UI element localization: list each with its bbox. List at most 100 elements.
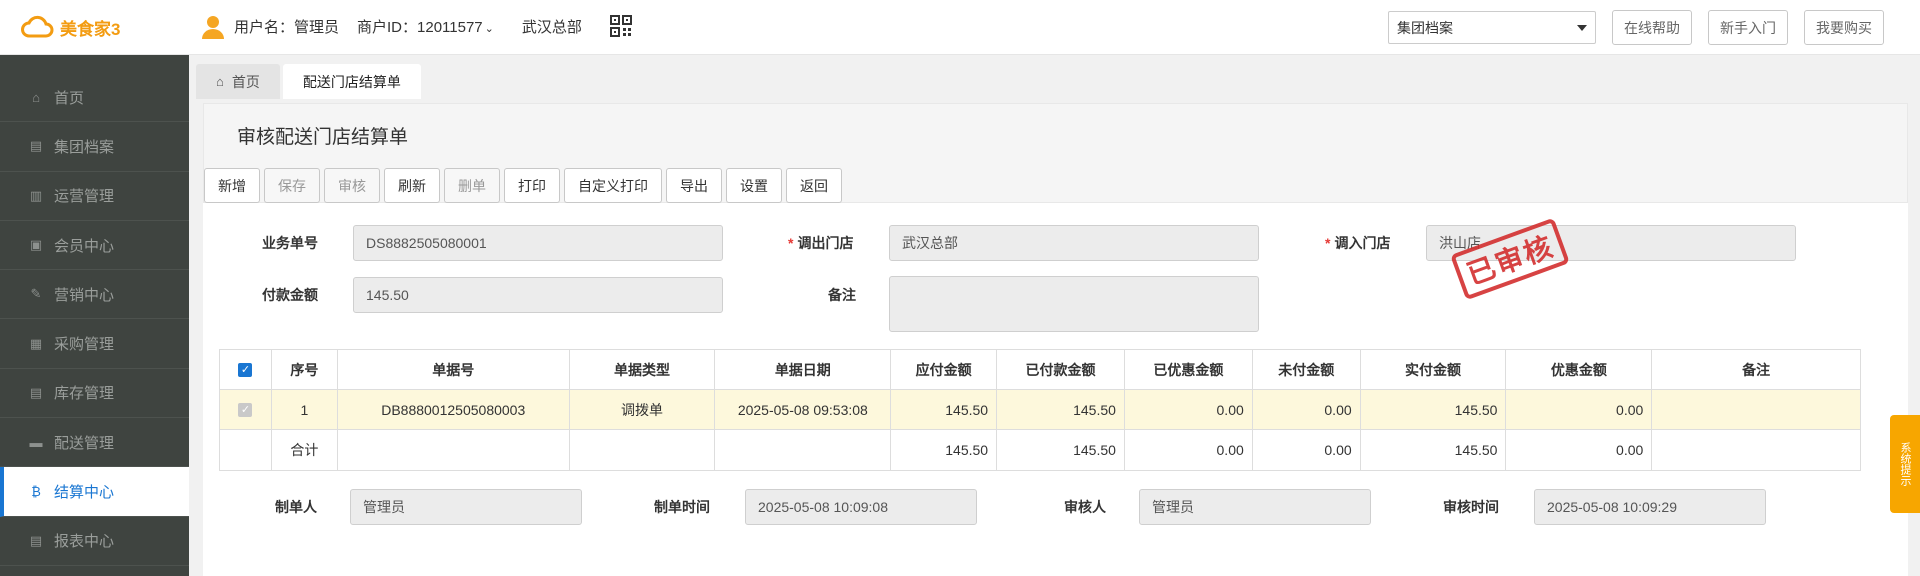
sidebar-item-6[interactable]: ▤ 库存管理 bbox=[0, 369, 189, 419]
toolbar-button-5[interactable]: 打印 bbox=[504, 168, 560, 203]
pay-amount-label: 付款金额 bbox=[262, 287, 318, 303]
make-time-label: 制单时间 bbox=[654, 499, 710, 515]
table-cell: 0.00 bbox=[1506, 390, 1653, 429]
system-tips-tab[interactable]: 系统提示 bbox=[1890, 415, 1920, 513]
sidebar-item-7[interactable]: ▬ 配送管理 bbox=[0, 418, 189, 468]
maker-field[interactable]: 管理员 bbox=[350, 489, 582, 525]
tab-home[interactable]: ⌂ 首页 bbox=[196, 64, 280, 99]
toolbar-button-8[interactable]: 设置 bbox=[726, 168, 782, 203]
app-logo[interactable]: 美食家3 bbox=[20, 14, 120, 40]
logo-text: 美食家3 bbox=[60, 19, 121, 39]
edit-icon: ✎ bbox=[30, 286, 42, 302]
tab-home-label: 首页 bbox=[231, 73, 260, 90]
sidebar-item-3[interactable]: ▣ 会员中心 bbox=[0, 221, 189, 271]
toolbar-button-3[interactable]: 刷新 bbox=[384, 168, 440, 203]
org-select[interactable]: 集团档案 bbox=[1388, 11, 1596, 44]
cloud-logo-icon bbox=[21, 15, 54, 38]
sidebar-item-label: 营销中心 bbox=[54, 286, 115, 304]
qr-code-icon[interactable] bbox=[609, 15, 632, 37]
bitcoin-icon: ₿ bbox=[31, 484, 41, 500]
table-cell: DB8880012505080003 bbox=[338, 390, 570, 429]
chevron-down-icon: ⌄ bbox=[484, 22, 494, 35]
sidebar-item-label: 会员中心 bbox=[54, 237, 115, 255]
buy-button[interactable]: 我要购买 bbox=[1804, 10, 1884, 45]
table-row[interactable]: ✓ 1 DB8880012505080003 调拨单 2025-05-08 09:53:… bbox=[220, 390, 1860, 430]
merchant-id-dropdown[interactable]: 商户ID：12011577 ⌄ bbox=[357, 16, 494, 37]
in-store-label-text: 调入门店 bbox=[1334, 235, 1391, 251]
total-empty-cell bbox=[338, 430, 570, 470]
column-header: 已优惠金额 bbox=[1125, 350, 1253, 389]
toolbar-button-9[interactable]: 返回 bbox=[786, 168, 842, 203]
sidebar-item-label: 首页 bbox=[54, 89, 85, 107]
file-icon: ▤ bbox=[29, 138, 43, 154]
toolbar-button-1[interactable]: 保存 bbox=[264, 168, 320, 203]
auditor-label: 审核人 bbox=[1064, 499, 1106, 515]
chart-icon: ▥ bbox=[29, 187, 43, 203]
user-avatar-icon[interactable] bbox=[200, 13, 226, 39]
book-icon: ▦ bbox=[29, 335, 43, 351]
table-cell: 145.50 bbox=[891, 390, 998, 429]
sidebar-item-5[interactable]: ▦ 采购管理 bbox=[0, 319, 189, 369]
id-card-icon: ▣ bbox=[29, 237, 43, 253]
table-cell: 145.50 bbox=[1361, 390, 1507, 429]
column-header: 单据日期 bbox=[715, 350, 892, 389]
tab-settlement[interactable]: 配送门店结算单 bbox=[282, 64, 421, 99]
remark-textarea[interactable] bbox=[889, 276, 1259, 332]
column-header: 备注 bbox=[1742, 361, 1771, 378]
table-cell bbox=[1652, 390, 1860, 429]
sidebar-item-8[interactable]: ₿ 结算中心 bbox=[0, 467, 189, 517]
file-icon: ▤ bbox=[29, 532, 43, 548]
column-header: 实付金额 bbox=[1361, 350, 1507, 389]
sidebar-item-label: 配送管理 bbox=[54, 434, 115, 452]
table-header-row: ✓ 序号 单据号 单据类型 单据日期 应付金额 已付款金额 已优惠金额 未付金额 实付金额 优惠金额… bbox=[220, 350, 1860, 390]
sidebar-item-0[interactable]: ⌂ 首页 bbox=[0, 73, 189, 123]
column-header: 未付金额 bbox=[1253, 350, 1361, 389]
toolbar-button-0[interactable]: 新增 bbox=[204, 168, 260, 203]
system-tips-label: 系统提示 bbox=[1899, 442, 1911, 486]
total-empty-cell bbox=[570, 430, 716, 470]
out-store-field[interactable]: 武汉总部 bbox=[889, 225, 1259, 261]
toolbar-button-2[interactable]: 审核 bbox=[324, 168, 380, 203]
audit-time-field[interactable]: 2025-05-08 10:09:29 bbox=[1534, 489, 1766, 525]
table-total-row: 合计 145.50 145.50 0.00 0.00 145.50 0.00 bbox=[220, 430, 1860, 470]
username: 用户名：管理员 bbox=[234, 18, 340, 36]
sidebar: ⌂ 首页 ▤ 集团档案 ▥ 运营管理 ▣ 会员中心 ✎ 营销中心 ▦ 采购管理 ▤ 库存管理 ▬ 配送管理 ₿ 结… bbox=[0, 55, 189, 576]
guide-button[interactable]: 新手入门 bbox=[1708, 10, 1788, 45]
home-icon: ⌂ bbox=[216, 74, 224, 89]
current-store: 武汉总部 bbox=[521, 18, 582, 36]
doc-no-field[interactable]: DS8882505080001 bbox=[353, 225, 723, 261]
home-icon: ⌂ bbox=[32, 89, 40, 105]
sidebar-item-1[interactable]: ▤ 集团档案 bbox=[0, 122, 189, 172]
toolbar-button-6[interactable]: 自定义打印 bbox=[564, 168, 662, 203]
column-header: 序号 bbox=[272, 350, 338, 389]
total-cell: 145.50 bbox=[1361, 430, 1507, 470]
audit-time-label: 审核时间 bbox=[1443, 499, 1499, 515]
sidebar-item-2[interactable]: ▥ 运营管理 bbox=[0, 172, 189, 221]
auditor-field[interactable]: 管理员 bbox=[1139, 489, 1371, 525]
file-icon: ▤ bbox=[29, 384, 43, 400]
toolbar-button-7[interactable]: 导出 bbox=[666, 168, 722, 203]
row-checkbox-cell: ✓ bbox=[220, 390, 272, 429]
toolbar-button-4[interactable]: 删单 bbox=[444, 168, 500, 203]
select-all-checkbox[interactable]: ✓ bbox=[238, 362, 253, 377]
in-store-label: * 调入门店 bbox=[1325, 233, 1390, 253]
sidebar-item-label: 采购管理 bbox=[54, 336, 115, 354]
pay-amount-field[interactable]: 145.50 bbox=[353, 277, 723, 313]
sidebar-item-9[interactable]: ▤ 报表中心 bbox=[0, 517, 189, 566]
out-store-label-text: 调出门店 bbox=[797, 235, 854, 251]
column-header: 单据号 bbox=[338, 350, 570, 389]
sidebar-item-label: 库存管理 bbox=[54, 385, 115, 403]
out-store-label: * 调出门店 bbox=[788, 233, 853, 253]
sidebar-item-4[interactable]: ✎ 营销中心 bbox=[0, 270, 189, 320]
column-header: 已付款金额 bbox=[997, 350, 1125, 389]
required-mark: * bbox=[788, 235, 794, 251]
total-empty-cell bbox=[1652, 430, 1860, 470]
tab-bar: ⌂ 首页 配送门店结算单 bbox=[196, 64, 421, 99]
sidebar-item-label: 运营管理 bbox=[54, 188, 115, 206]
table-cell: 1 bbox=[272, 390, 338, 429]
page-title: 审核配送门店结算单 bbox=[237, 127, 409, 148]
make-time-field[interactable]: 2025-05-08 10:09:08 bbox=[745, 489, 977, 525]
help-button[interactable]: 在线帮助 bbox=[1612, 10, 1692, 45]
table-cell: 调拨单 bbox=[570, 390, 716, 429]
row-checkbox[interactable]: ✓ bbox=[238, 402, 253, 417]
